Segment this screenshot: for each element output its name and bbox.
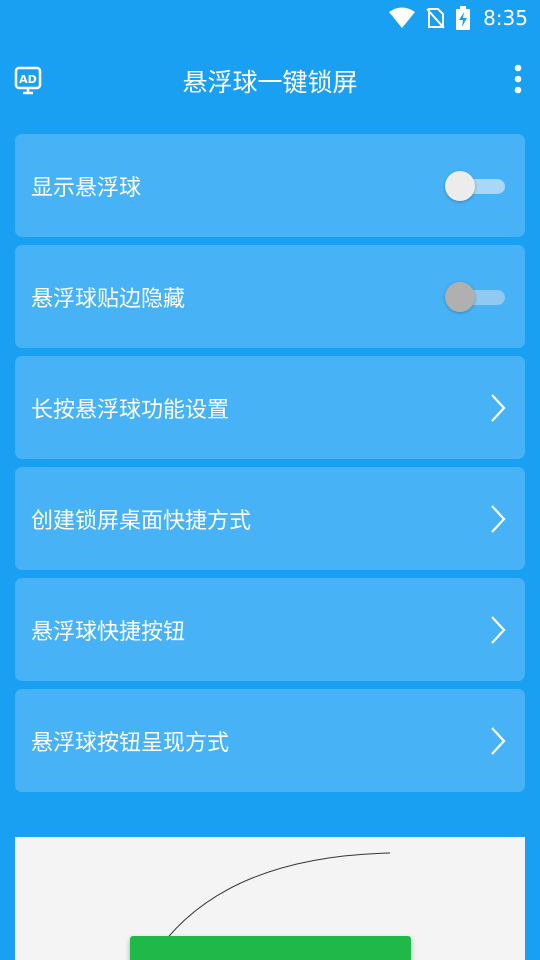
app-bar: AD 悬浮球一键锁屏	[0, 44, 540, 118]
wifi-icon	[389, 7, 416, 29]
chevron-right-icon	[489, 503, 507, 535]
setting-long-press[interactable]: 长按悬浮球功能设置	[15, 356, 525, 459]
settings-list: 显示悬浮球 悬浮球贴边隐藏 长按悬浮球功能设置 创建锁屏桌面快捷方式 悬浮球快捷…	[15, 134, 525, 800]
status-time: 8:35	[483, 6, 528, 30]
app-title: 悬浮球一键锁屏	[182, 68, 358, 97]
no-sim-icon	[425, 7, 445, 29]
setting-label: 悬浮球快捷按钮	[31, 619, 186, 645]
ad-icon[interactable]: AD	[14, 66, 42, 100]
setting-create-shortcut[interactable]: 创建锁屏桌面快捷方式	[15, 467, 525, 570]
svg-text:AD: AD	[19, 73, 37, 86]
chevron-right-icon	[489, 725, 507, 757]
setting-show-floating-ball[interactable]: 显示悬浮球	[15, 134, 525, 237]
chevron-right-icon	[489, 614, 507, 646]
status-bar: 8:35	[0, 0, 540, 36]
show-floating-ball-toggle[interactable]	[445, 170, 507, 202]
edge-hide-toggle[interactable]	[445, 281, 507, 313]
setting-button-style[interactable]: 悬浮球按钮呈现方式	[15, 689, 525, 792]
ad-banner[interactable]	[15, 837, 525, 960]
setting-label: 显示悬浮球	[31, 175, 142, 201]
more-vert-icon[interactable]	[514, 64, 522, 98]
setting-quick-buttons[interactable]: 悬浮球快捷按钮	[15, 578, 525, 681]
toggle-knob	[445, 170, 475, 201]
setting-edge-hide[interactable]: 悬浮球贴边隐藏	[15, 245, 525, 348]
setting-label: 悬浮球贴边隐藏	[31, 286, 186, 312]
battery-charging-icon	[455, 6, 471, 30]
ad-cta-button[interactable]	[130, 936, 411, 960]
chevron-right-icon	[489, 392, 507, 424]
setting-label: 创建锁屏桌面快捷方式	[31, 508, 252, 534]
setting-label: 长按悬浮球功能设置	[31, 397, 230, 423]
toggle-knob	[445, 281, 475, 312]
screen: 8:35 AD 悬浮球一键锁屏 显示悬浮球 悬浮球贴边隐藏 长按悬浮球功能设置 …	[0, 0, 540, 960]
setting-label: 悬浮球按钮呈现方式	[31, 730, 230, 756]
